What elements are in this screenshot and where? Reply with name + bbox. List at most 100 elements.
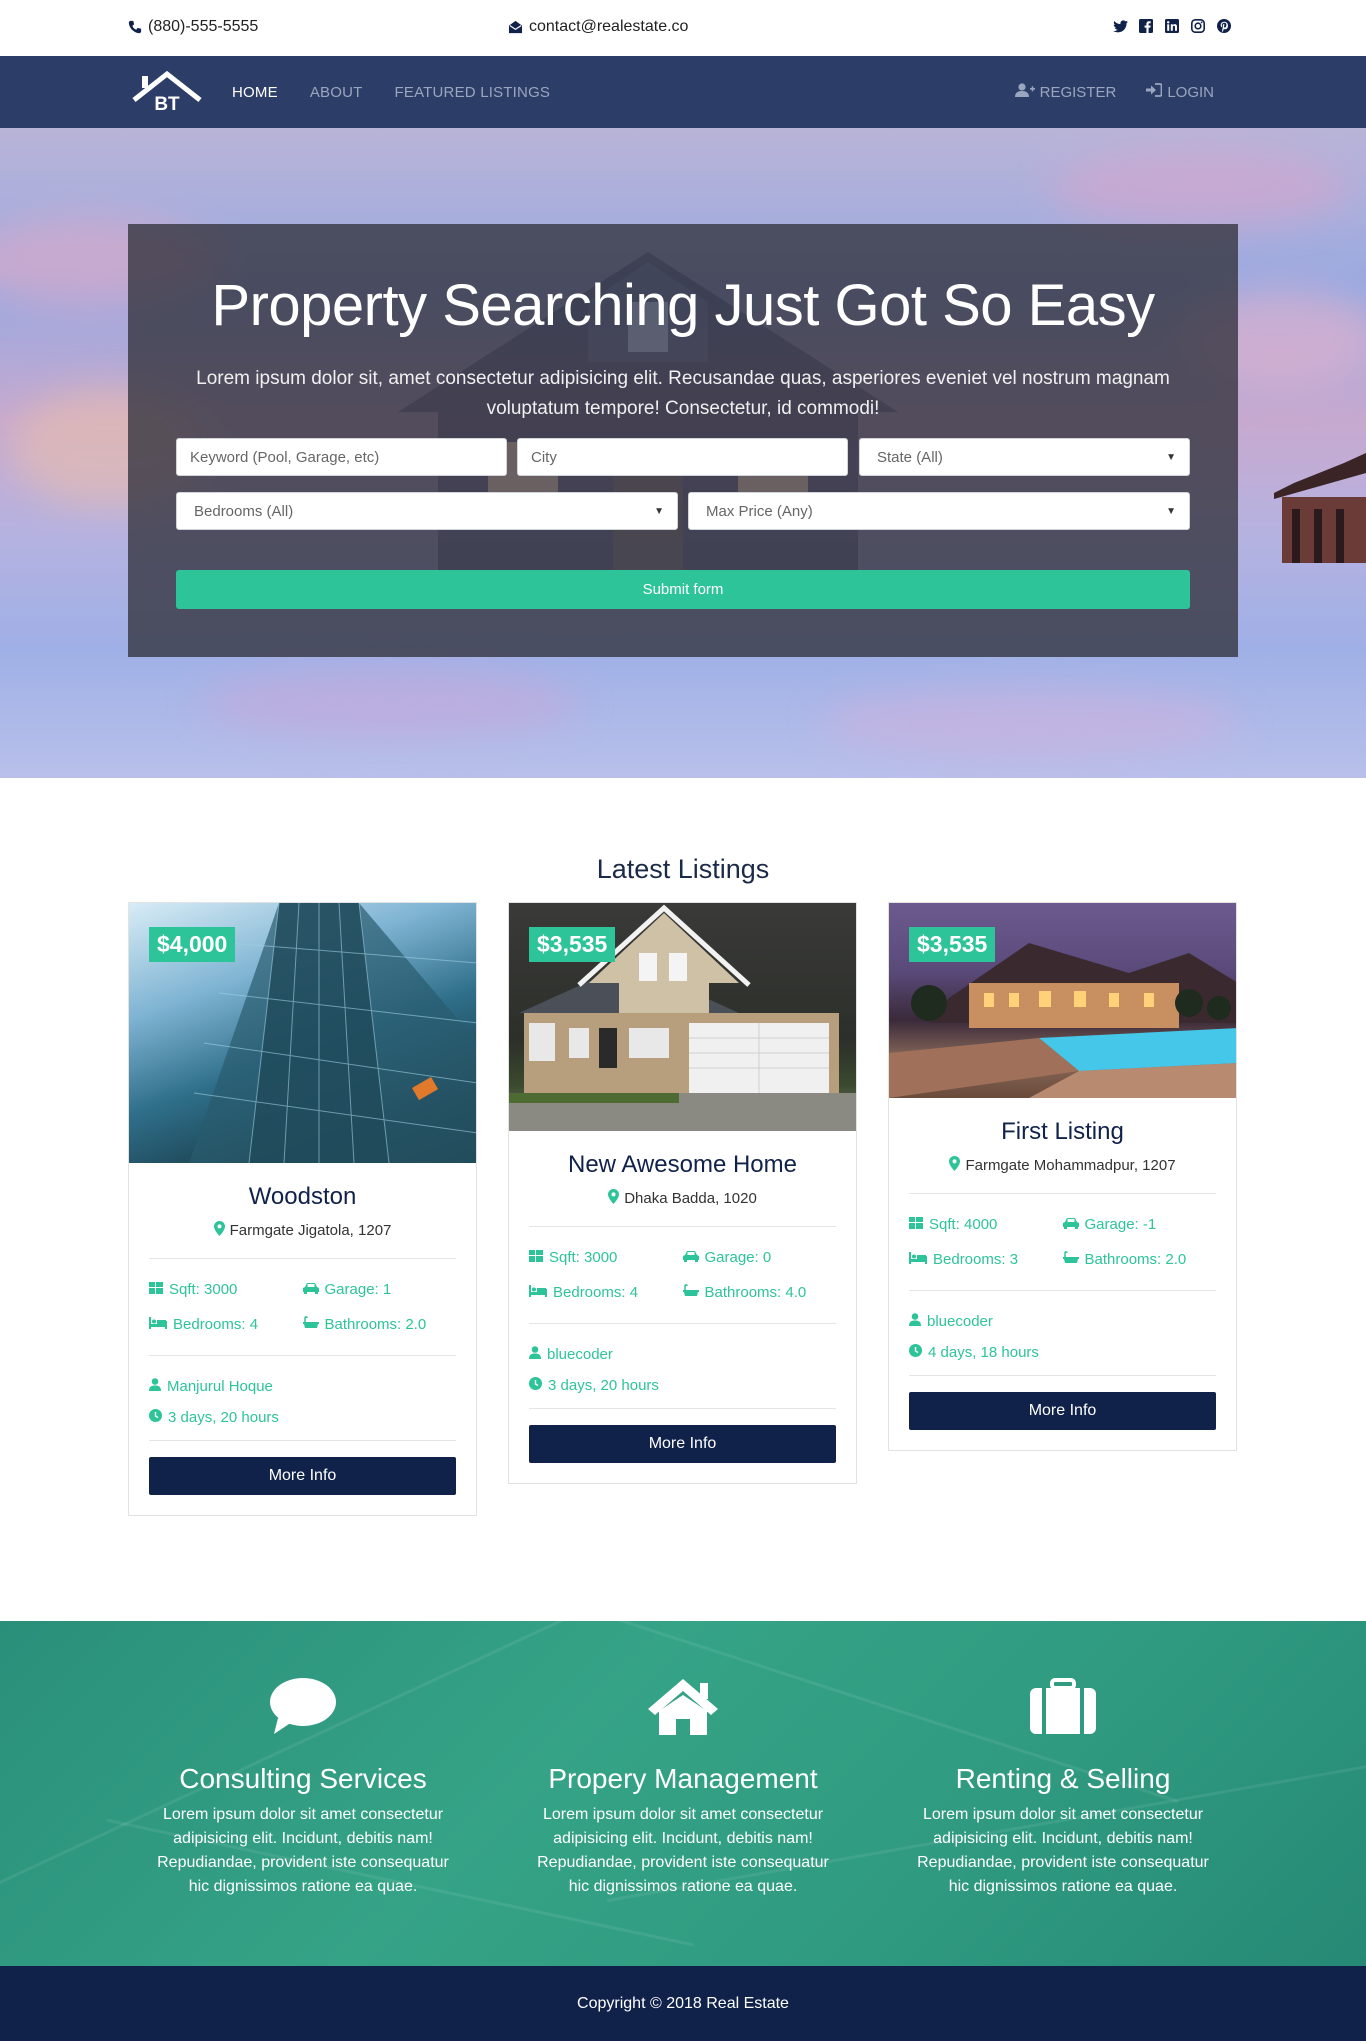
hero-title: Property Searching Just Got So Easy [211,273,1155,338]
listing-age: 4 days, 18 hours [909,1344,1216,1361]
facebook-icon[interactable] [1138,18,1154,34]
pinterest-icon[interactable] [1216,18,1232,34]
listing-specs: Sqft: 3000 Garage: 1 Bedrooms: 4 Bathroo… [129,1259,476,1333]
map-marker-icon [608,1189,620,1208]
spec-sqft: Sqft: 3000 [149,1281,303,1298]
listing-card: $3,535 New Awesome Home Dhaka Badda, 102… [508,902,857,1484]
bathrooms-text: Bathrooms: 2.0 [324,1316,427,1333]
house-roof-graphic [1274,453,1366,563]
car-icon [1062,1216,1079,1233]
listing-card: $3,535 First Listing Farmgate Mohammadpu… [888,902,1237,1451]
twitter-icon[interactable] [1112,18,1128,34]
agent-name: bluecoder [927,1313,993,1330]
keyword-input[interactable]: Keyword (Pool, Garage, etc) [176,438,507,476]
state-select[interactable]: State (All) ▼ [859,438,1190,476]
bathrooms-text: Bathrooms: 2.0 [1084,1251,1187,1268]
spec-garage: Garage: 1 [302,1281,457,1298]
linkedin-icon[interactable] [1164,18,1180,34]
copyright-text: Copyright © 2018 Real Estate [577,1994,789,2012]
email-address: contact@realestate.co [529,18,689,35]
age-text: 3 days, 20 hours [168,1409,279,1426]
submit-form-button[interactable]: Submit form [176,570,1190,609]
bath-icon [302,1316,319,1333]
spec-garage: Garage: -1 [1062,1216,1217,1233]
more-info-button[interactable]: More Info [529,1425,836,1463]
service-renting-selling: Renting & Selling Lorem ipsum dolor sit … [888,1671,1238,1899]
caret-down-icon: ▼ [1166,505,1176,517]
more-info-button[interactable]: More Info [909,1392,1216,1430]
bedrooms-text: Bedrooms: 4 [553,1284,639,1301]
th-large-icon [529,1249,543,1266]
auth-links: REGISTER LOGIN [1014,56,1214,128]
user-plus-icon [1014,83,1035,101]
listing-title[interactable]: Woodston [129,1183,476,1211]
more-info-button[interactable]: More Info [149,1457,456,1495]
listing-age: 3 days, 20 hours [529,1377,836,1394]
bedrooms-select-value: Bedrooms (All) [194,502,294,520]
listing-agent: bluecoder [529,1346,836,1363]
site-footer: Copyright © 2018 Real Estate [0,1966,1366,2041]
listing-image[interactable]: $4,000 [129,903,476,1163]
caret-down-icon: ▼ [654,505,664,517]
email-contact: contact@realestate.co [508,18,688,36]
service-text: Lorem ipsum dolor sit amet consectetur a… [537,1806,829,1895]
service-title: Consulting Services [179,1763,427,1794]
service-text: Lorem ipsum dolor sit amet consectetur a… [917,1806,1209,1895]
home-icon [508,1671,858,1741]
state-select-value: State (All) [877,448,943,466]
listing-image[interactable]: $3,535 [509,903,856,1131]
nav-home-link[interactable]: HOME [232,84,278,101]
location-text: Dhaka Badda, 1020 [624,1190,757,1207]
nav-featured-listings-link[interactable]: FEATURED LISTINGS [395,84,551,101]
hero-cloud [1050,148,1350,228]
brand-logo[interactable]: BT [130,70,204,115]
register-link[interactable]: REGISTER [1014,83,1117,101]
listing-meta: bluecoder 3 days, 20 hours [509,1324,856,1394]
spec-garage: Garage: 0 [682,1249,837,1266]
listing-title[interactable]: First Listing [889,1118,1236,1146]
max-price-select-value: Max Price (Any) [706,502,813,520]
nav-about-link[interactable]: ABOUT [310,84,363,101]
listing-specs: Sqft: 3000 Garage: 0 Bedrooms: 4 Bathroo… [509,1227,856,1301]
price-badge: $4,000 [149,927,236,962]
city-input[interactable]: City [517,438,848,476]
envelope-icon [508,20,523,34]
spec-sqft: Sqft: 4000 [909,1216,1063,1233]
spec-bedrooms: Bedrooms: 3 [909,1251,1063,1268]
register-label: REGISTER [1039,83,1117,101]
logo-text: BT [154,94,180,114]
social-links [1112,18,1232,34]
services-section: Consulting Services Lorem ipsum dolor si… [0,1621,1366,1966]
map-marker-icon [949,1156,961,1175]
bedrooms-select[interactable]: Bedrooms (All) ▼ [176,492,678,530]
hero-lead-text: Lorem ipsum dolor sit, amet consectetur … [196,368,1170,419]
service-consulting: Consulting Services Lorem ipsum dolor si… [128,1671,478,1899]
user-icon [149,1378,161,1395]
listing-specs: Sqft: 4000 Garage: -1 Bedrooms: 3 Bathro… [889,1194,1236,1268]
login-label: LOGIN [1167,83,1214,101]
user-icon [909,1313,921,1330]
bedrooms-text: Bedrooms: 4 [173,1316,259,1333]
listing-image[interactable]: $3,535 [889,903,1236,1098]
location-text: Farmgate Mohammadpur, 1207 [965,1157,1176,1174]
spec-bedrooms: Bedrooms: 4 [149,1316,303,1333]
map-marker-icon [213,1221,225,1240]
listing-title[interactable]: New Awesome Home [509,1151,856,1179]
clock-icon [529,1377,542,1394]
keyword-placeholder: Keyword (Pool, Garage, etc) [190,448,380,466]
hero-cloud [820,688,1240,758]
listings-heading: Latest Listings [596,854,770,884]
service-title: Propery Management [548,1763,818,1794]
th-large-icon [149,1281,163,1298]
bed-icon [529,1284,547,1301]
car-icon [682,1249,699,1266]
listing-location: Farmgate Jigatola, 1207 [129,1221,476,1240]
latest-listings-section: Latest Listings $4,000 Woodston Farmgate… [0,778,1366,1621]
instagram-icon[interactable] [1190,18,1206,34]
clock-icon [149,1409,162,1426]
login-link[interactable]: LOGIN [1146,83,1214,101]
bed-icon [149,1316,167,1333]
max-price-select[interactable]: Max Price (Any) ▼ [688,492,1190,530]
phone-number: (880)-555-5555 [148,18,259,35]
comment-icon [128,1671,478,1741]
